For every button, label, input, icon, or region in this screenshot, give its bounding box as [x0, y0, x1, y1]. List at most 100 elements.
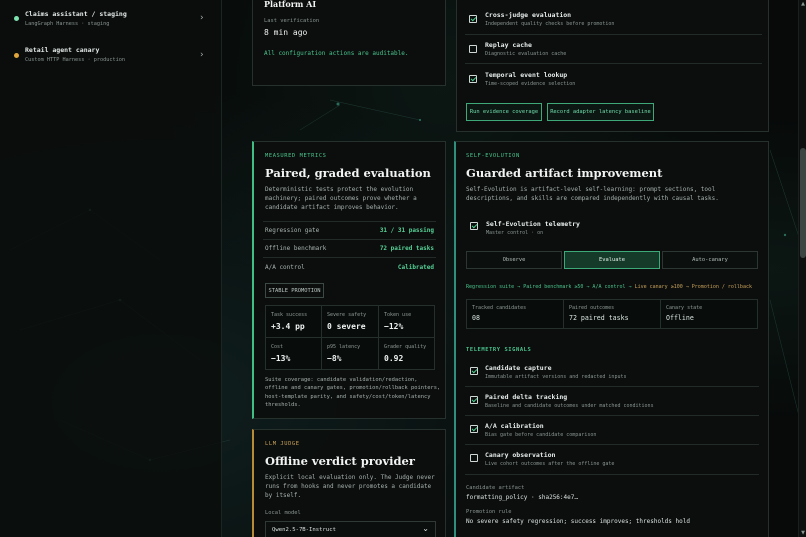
scroll-up-icon[interactable]: ▲ [800, 1, 806, 7]
divider [263, 257, 436, 258]
status-dot-icon [14, 16, 19, 21]
signal-subtitle: Bias gate before candidate comparison [485, 432, 597, 438]
signal-title: Candidate capture [485, 364, 552, 372]
metric-label: Grader quality [384, 344, 427, 350]
stable-promotion-badge: STABLE PROMOTION [265, 283, 324, 298]
page-scrollbar[interactable]: ▲ ▼ [798, 0, 806, 537]
signal-title: A/A calibration [485, 422, 544, 430]
chevron-right-icon: › [200, 50, 204, 60]
metric-value: −12% [384, 322, 404, 331]
sidebar-item-subtitle: LangGraph Harness · staging [25, 21, 110, 27]
auditable-note: All configuration actions are auditable. [264, 50, 409, 57]
signal-subtitle: Live cohort outcomes after the offline g… [485, 461, 615, 467]
sidebar-item-claims-assistant[interactable]: Claims assistant / staging LangGraph Har… [0, 0, 222, 38]
local-model-label: Local model [265, 510, 301, 516]
measured-metrics-panel: MEASURED METRICS Paired, graded evaluati… [252, 141, 446, 419]
sidebar-item-title: Retail agent canary [25, 46, 100, 54]
metric-value: 0 severe [327, 322, 366, 331]
metric-label: Cost [271, 344, 284, 350]
stat-value: 72 paired tasks [569, 314, 629, 322]
stat-tracked-candidates: Tracked candidates 08 [466, 299, 564, 329]
metric-value: +3.4 pp [271, 322, 305, 331]
section-eyebrow: MEASURED METRICS [265, 153, 327, 159]
divider [263, 221, 436, 222]
section-title: Paired, graded evaluation [265, 166, 431, 180]
stat-label: Paired outcomes [569, 305, 615, 311]
metric-value: −13% [271, 354, 291, 363]
local-model-select[interactable]: Qwen2.5-7B-Instruct ⌄ [265, 521, 436, 537]
candidate-artifact-label: Candidate artifact [466, 485, 525, 491]
metric-grader-quality: Grader quality 0.92 [378, 337, 435, 370]
metric-label: Token use [384, 312, 412, 318]
mode-observe-tab[interactable]: Observe [466, 251, 562, 269]
sidebar-item-retail-agent[interactable]: Retail agent canary Custom HTTP Harness … [0, 40, 222, 78]
metric-p95-latency: p95 latency −8% [321, 337, 379, 370]
section-title: Guarded artifact improvement [466, 166, 663, 180]
check-title: Cross-judge evaluation [485, 11, 572, 19]
scroll-thumb[interactable] [800, 148, 806, 258]
stat-canary-state: Canary state Offline [660, 299, 758, 329]
metric-label: Severe safety [327, 312, 367, 318]
checkbox[interactable] [470, 396, 478, 404]
stat-label: Canary state [666, 305, 703, 311]
run-evidence-coverage-button[interactable]: Run evidence coverage [466, 103, 542, 121]
configuration-panel: Platform AI Last verification 8 min ago … [252, 0, 446, 86]
section-description: Self-Evolution is artifact-level self-le… [466, 186, 719, 202]
check-subtitle: Time-scoped evidence selection [485, 81, 576, 87]
signal-subtitle: Immutable artifact versions and redacted… [485, 374, 627, 380]
section-eyebrow: LLM JUDGE [265, 441, 300, 447]
chevron-down-icon: ⌄ [422, 524, 429, 533]
metric-token-use: Token use −12% [378, 305, 435, 338]
signal-subtitle: Baseline and candidate outcomes under ma… [485, 403, 654, 409]
section-description: Deterministic tests protect the evolutio… [265, 186, 417, 211]
checkbox[interactable] [469, 75, 477, 83]
record-latency-baseline-button[interactable]: Record adapter latency baseline [547, 103, 654, 121]
checkbox[interactable] [470, 454, 478, 462]
checkbox[interactable] [469, 45, 477, 53]
self-evolution-panel: SELF-EVOLUTION Guarded artifact improvem… [454, 141, 769, 537]
metric-label: p95 latency [327, 344, 361, 350]
aa-control-value: Calibrated [397, 264, 434, 271]
selected-model: Qwen2.5-7B-Instruct [272, 527, 336, 533]
signal-title: Canary observation [485, 451, 556, 459]
divider [465, 34, 762, 35]
environment-sidebar: Claims assistant / staging LangGraph Har… [0, 0, 222, 537]
stat-label: Tracked candidates [472, 305, 527, 311]
platform-name: Platform AI [264, 0, 317, 9]
stat-value: 08 [472, 314, 480, 322]
checkbox[interactable] [469, 15, 477, 23]
mode-auto-canary-tab[interactable]: Auto-canary [662, 251, 758, 269]
divider [465, 415, 759, 416]
divider [465, 386, 759, 387]
metric-task-success: Task success +3.4 pp [265, 305, 322, 338]
divider [465, 474, 759, 475]
llm-judge-panel: LLM JUDGE Offline verdict provider Expli… [252, 429, 446, 537]
scroll-down-icon[interactable]: ▼ [800, 530, 806, 536]
evaluation-checks-panel: Cross-judge evaluation Independent quali… [456, 0, 769, 132]
chevron-right-icon: › [200, 13, 204, 23]
section-title: Offline verdict provider [265, 454, 415, 468]
sidebar-item-subtitle: Custom HTTP Harness · production [25, 57, 125, 63]
promotion-rule-value: No severe safety regression; success imp… [466, 518, 690, 525]
sidebar-item-title: Claims assistant / staging [25, 10, 127, 18]
divider [465, 444, 759, 445]
signal-title: Paired delta tracking [485, 393, 568, 401]
offline-benchmark-label: Offline benchmark [265, 245, 327, 252]
mode-evaluate-tab[interactable]: Evaluate [564, 251, 660, 269]
divider [465, 63, 762, 64]
metric-severe-safety: Severe safety 0 severe [321, 305, 379, 338]
checkbox[interactable] [470, 425, 478, 433]
checkbox[interactable] [470, 367, 478, 375]
check-subtitle: Independent quality checks before promot… [485, 21, 615, 27]
metric-value: 0.92 [384, 354, 404, 363]
checkbox[interactable] [470, 222, 478, 230]
stat-value: Offline [666, 314, 694, 322]
metric-label: Task success [271, 312, 308, 318]
divider [263, 239, 436, 240]
pipeline-stages: Regression suite → Paired benchmark ≥50 … [466, 284, 635, 290]
last-verification-value: 8 min ago [264, 28, 308, 37]
section-eyebrow: SELF-EVOLUTION [466, 153, 520, 159]
aa-control-label: A/A control [265, 264, 305, 271]
check-title: Replay cache [485, 41, 532, 49]
candidate-artifact-value: formatting_policy · sha256:4e7… [466, 494, 578, 501]
